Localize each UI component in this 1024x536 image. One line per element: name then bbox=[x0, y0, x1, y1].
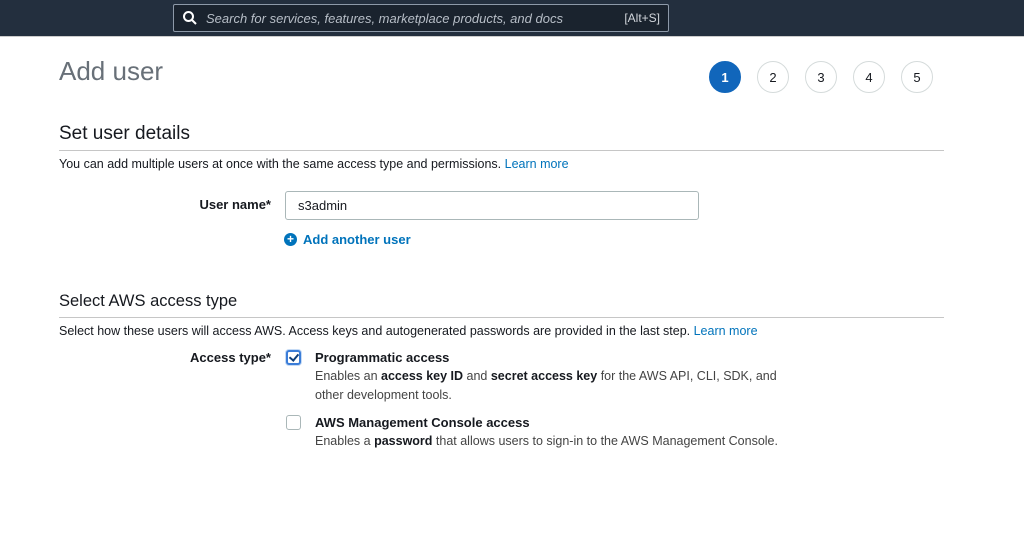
search-box[interactable]: Search for services, features, marketpla… bbox=[173, 4, 669, 32]
option-description: Enables an access key ID and secret acce… bbox=[315, 367, 795, 405]
description-text: Select how these users will access AWS. … bbox=[59, 324, 691, 338]
step-1[interactable]: 1 bbox=[709, 61, 741, 93]
user-name-label: User name* bbox=[199, 197, 271, 212]
top-navigation-bar: Search for services, features, marketpla… bbox=[0, 0, 1024, 37]
desc-bold: secret access key bbox=[490, 369, 598, 383]
search-placeholder: Search for services, features, marketpla… bbox=[206, 10, 563, 26]
desc-text: Enables an bbox=[315, 369, 382, 383]
step-3[interactable]: 3 bbox=[805, 61, 837, 93]
search-shortcut: [Alt+S] bbox=[624, 11, 660, 25]
console-access-checkbox[interactable] bbox=[286, 415, 301, 430]
user-name-input[interactable] bbox=[285, 191, 699, 220]
wizard-steps: 1 2 3 4 5 bbox=[709, 61, 933, 93]
access-type-label: Access type* bbox=[190, 350, 271, 365]
desc-text: and bbox=[463, 369, 491, 383]
divider bbox=[59, 150, 944, 151]
programmatic-access-checkbox[interactable] bbox=[286, 350, 301, 365]
option-title: AWS Management Console access bbox=[315, 415, 530, 430]
step-2[interactable]: 2 bbox=[757, 61, 789, 93]
divider bbox=[59, 317, 944, 318]
desc-bold: access key ID bbox=[381, 369, 464, 383]
programmatic-access-option: Programmatic access Enables an access ke… bbox=[315, 348, 805, 405]
desc-bold: password bbox=[374, 434, 433, 448]
user-details-description: You can add multiple users at once with … bbox=[59, 157, 569, 171]
desc-text: that allows users to sign-in to the AWS … bbox=[432, 434, 778, 448]
step-5[interactable]: 5 bbox=[901, 61, 933, 93]
search-icon bbox=[183, 11, 197, 25]
option-title: Programmatic access bbox=[315, 350, 450, 365]
page-title: Add user bbox=[59, 56, 164, 86]
add-another-user-label[interactable]: Add another user bbox=[303, 232, 411, 247]
section-heading-user-details: Set user details bbox=[59, 123, 190, 144]
section-heading-access-type: Select AWS access type bbox=[59, 292, 238, 310]
console-access-option: AWS Management Console access Enables a … bbox=[315, 413, 805, 451]
add-another-user-button[interactable]: + Add another user bbox=[284, 232, 411, 247]
desc-text: Enables a bbox=[315, 434, 375, 448]
option-description: Enables a password that allows users to … bbox=[315, 432, 805, 451]
description-text: You can add multiple users at once with … bbox=[59, 157, 502, 171]
step-4[interactable]: 4 bbox=[853, 61, 885, 93]
plus-circle-icon: + bbox=[284, 233, 297, 246]
learn-more-link[interactable]: Learn more bbox=[694, 324, 758, 338]
learn-more-link[interactable]: Learn more bbox=[505, 157, 569, 171]
access-type-description: Select how these users will access AWS. … bbox=[59, 324, 758, 338]
